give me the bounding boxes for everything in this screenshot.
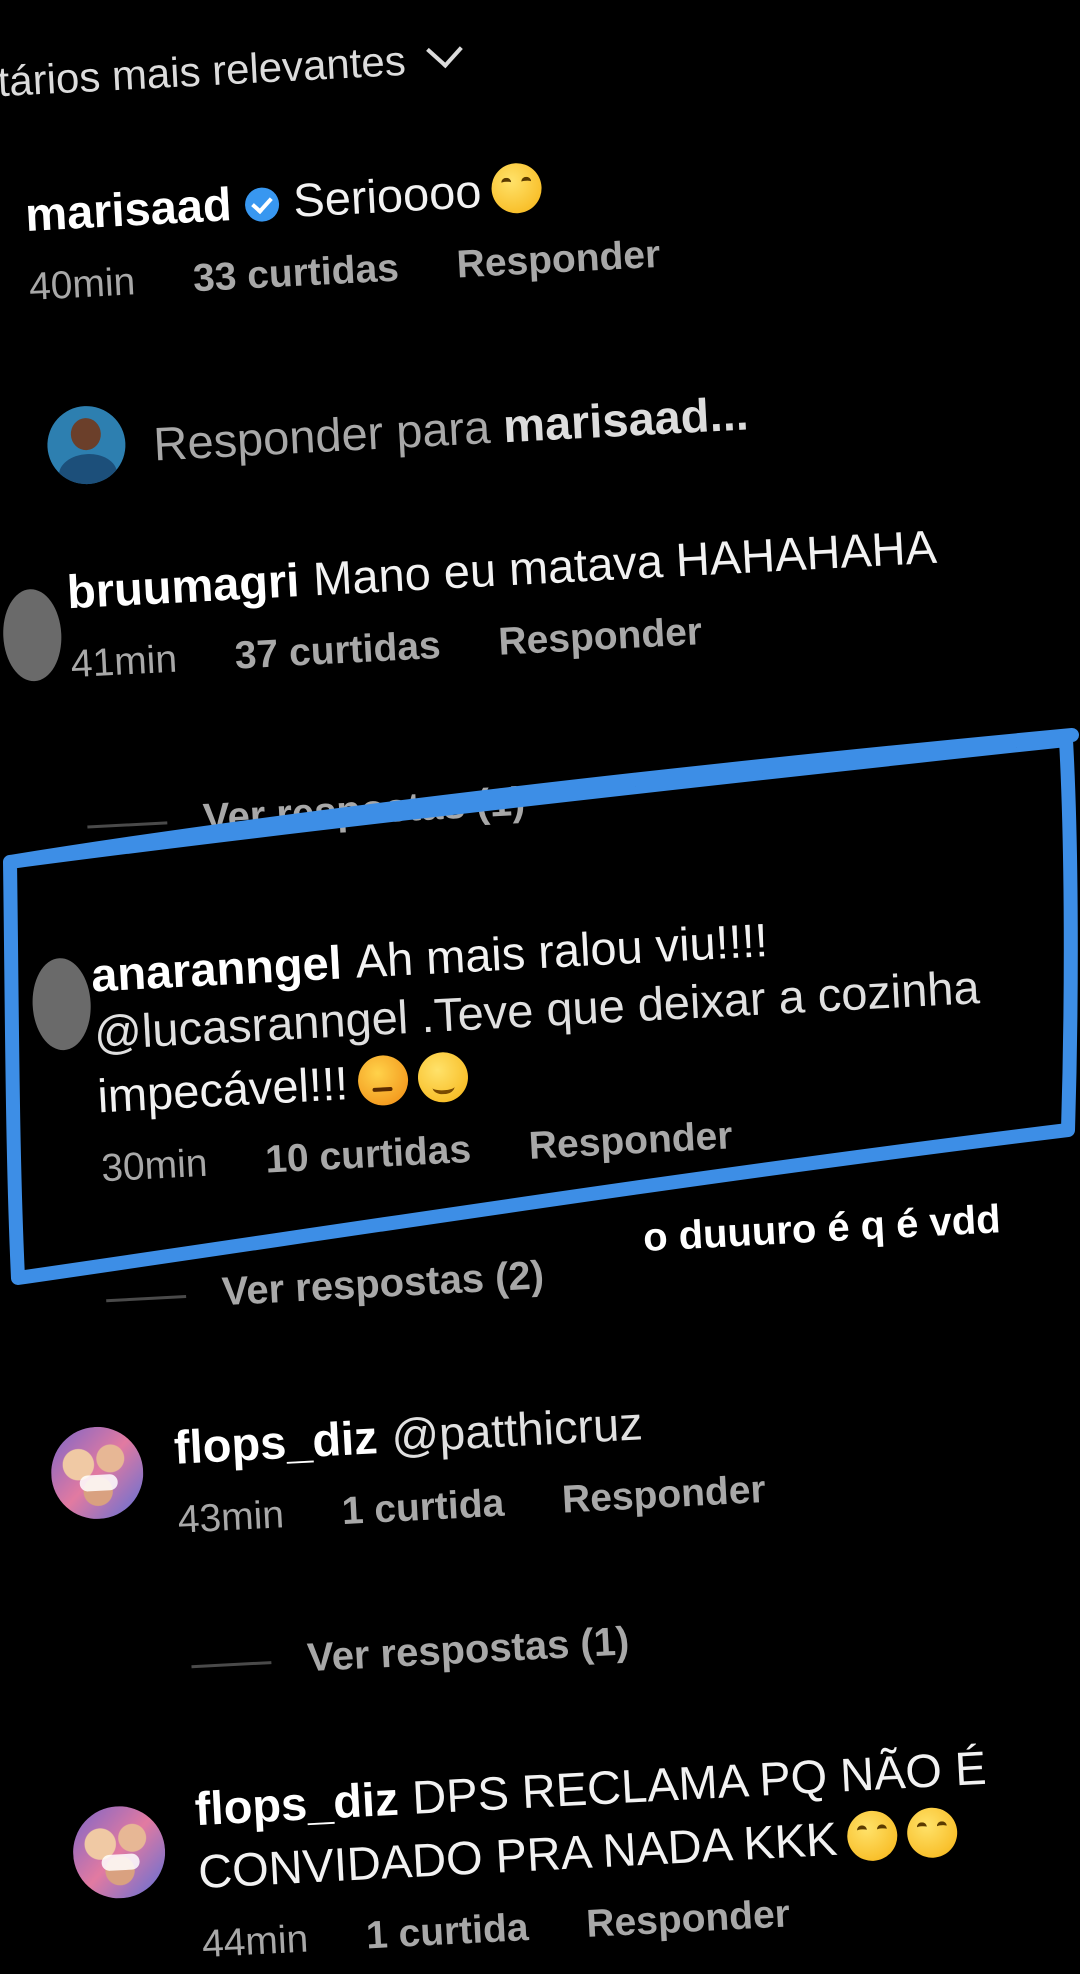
comment-likes[interactable]: 1 curtida — [341, 1482, 506, 1534]
view-replies-label: Ver respostas (2) — [220, 1253, 546, 1315]
comment-time: 40min — [27, 260, 137, 309]
laughing-emoji-icon — [845, 1809, 899, 1863]
comment-text: Mano eu matava HAHAHAHA — [311, 519, 938, 606]
divider — [87, 821, 168, 829]
comment-time: 30min — [100, 1141, 209, 1191]
current-user-avatar — [45, 404, 128, 487]
blush-emoji-icon — [416, 1051, 470, 1104]
comment-flops-diz-1: flops_diz @patthicruz 43min 1 curtida Respo… — [172, 1385, 824, 1543]
avatar[interactable] — [70, 1803, 168, 1901]
divider — [191, 1661, 272, 1669]
view-replies-button[interactable]: Ver respostas (2) — [105, 1253, 545, 1321]
comment-username[interactable]: bruumagri — [66, 553, 301, 618]
comment-time: 44min — [200, 1917, 310, 1967]
comment-likes[interactable]: 1 curtida — [365, 1906, 530, 1958]
view-replies-label: Ver respostas (1) — [306, 1619, 631, 1681]
comment-text-line3: impecável!!! — [96, 1056, 350, 1123]
comment-time: 43min — [176, 1493, 286, 1542]
comment-flops-diz-2: flops_diz DPS RECLAMA PQ NÃO É CONVIDADO … — [193, 1739, 994, 1967]
avatar[interactable] — [0, 587, 64, 683]
divider — [106, 1294, 187, 1303]
comment-anaranngel: anaranngel Ah mais ralou viu!!!! @lucasra… — [90, 900, 988, 1191]
angry-emoji-icon — [356, 1054, 410, 1107]
reply-button[interactable]: Responder — [528, 1114, 734, 1169]
verified-badge-icon — [244, 186, 281, 223]
comment-time: 41min — [69, 637, 179, 687]
comment-username[interactable]: marisaad — [24, 177, 233, 241]
chevron-down-icon[interactable] — [425, 31, 463, 69]
avatar[interactable] — [30, 956, 94, 1052]
comment-text: Serioooo — [291, 164, 483, 227]
comment-username[interactable]: anaranngel — [90, 935, 343, 1001]
comment-sort-header[interactable]: ntários mais relevantes — [0, 31, 463, 107]
view-replies-label: Ver respostas (1) — [201, 779, 527, 841]
comment-likes[interactable]: 33 curtidas — [192, 247, 400, 302]
laughing-emoji-icon — [905, 1806, 959, 1860]
reply-input[interactable]: Responder para marisaad... — [152, 385, 750, 471]
comments-panel: ntários mais relevantes marisaad Serioooo… — [0, 0, 1080, 1966]
reply-button[interactable]: Responder — [456, 233, 662, 288]
sort-label: ntários mais relevantes — [0, 36, 407, 107]
comment-username[interactable]: flops_diz — [194, 1772, 400, 1836]
comment-bruumagri: bruumagri Mano eu matava HAHAHAHA 41min 37… — [66, 518, 942, 687]
view-replies-button[interactable]: Ver respostas (1) — [86, 780, 526, 848]
comment-likes[interactable]: 37 curtidas — [234, 624, 442, 679]
comment-text: @patthicruz — [389, 1396, 644, 1463]
comment-likes[interactable]: 10 curtidas — [264, 1128, 472, 1183]
comment-username[interactable]: flops_diz — [173, 1410, 379, 1474]
laughing-emoji-icon — [489, 161, 543, 215]
avatar[interactable] — [48, 1424, 146, 1522]
reply-button[interactable]: Responder — [497, 610, 703, 665]
reply-input-target: marisaad... — [501, 386, 750, 453]
reply-input-prefix: Responder para — [152, 399, 492, 471]
view-replies-button[interactable]: Ver respostas (1) — [190, 1619, 630, 1687]
reply-button[interactable]: Responder — [561, 1468, 767, 1523]
comment-marisaad: marisaad Serioooo 40min 33 curtidas Respond… — [24, 145, 720, 310]
